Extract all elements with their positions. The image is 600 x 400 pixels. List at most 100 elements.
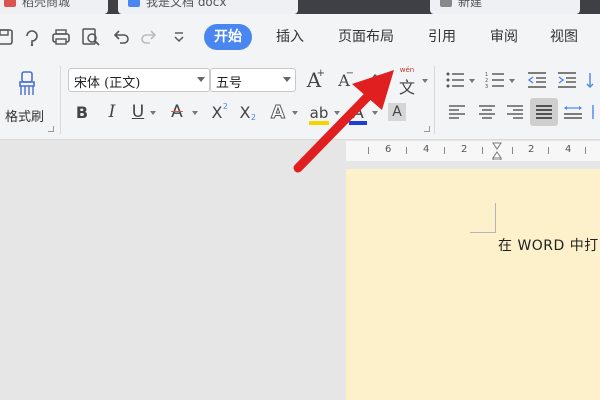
font-size-combo[interactable]: 五号 <box>210 68 296 92</box>
numbered-list-button[interactable]: 123 <box>484 68 506 92</box>
character-shading-icon: A <box>388 103 406 121</box>
format-painter-button[interactable] <box>8 68 48 100</box>
phonetic-top-text: wén <box>399 66 415 74</box>
sort-button[interactable] <box>586 68 600 92</box>
text-effect-button[interactable]: A <box>266 100 290 124</box>
decrease-indent-icon <box>527 72 546 88</box>
justify-icon <box>536 105 552 119</box>
bold-icon: B <box>75 102 89 122</box>
chevron-down-icon[interactable] <box>509 79 515 83</box>
new-doc-icon <box>440 0 452 7</box>
horizontal-ruler[interactable]: 6 4 2 2 4 <box>0 141 600 161</box>
ruler-tick <box>548 147 549 154</box>
phonetic-guide-button[interactable]: wén 文 <box>394 66 420 97</box>
more-dropdown-icon[interactable] <box>168 26 190 48</box>
font-color-button[interactable]: A <box>346 100 370 126</box>
chevron-down-icon[interactable] <box>192 111 198 115</box>
font-color-icon: A <box>352 103 364 123</box>
distributed-icon <box>564 106 582 119</box>
ruler-label: 2 <box>461 144 468 155</box>
print-icon[interactable] <box>50 26 72 48</box>
clear-format-button[interactable] <box>362 67 386 93</box>
ruler-tick <box>585 147 586 154</box>
format-painter-label: 格式刷 <box>5 110 45 125</box>
bullet-list-icon <box>446 72 464 88</box>
bullet-list-button[interactable] <box>444 68 466 92</box>
document-page[interactable]: 在 WORD 中打 <box>346 169 600 400</box>
chevron-down-icon <box>283 77 291 82</box>
document-icon <box>128 0 140 7</box>
tab-references[interactable]: 引用 <box>418 24 466 50</box>
increase-indent-button[interactable] <box>556 68 578 92</box>
home-ribbon: 格式刷 宋体 (正文) 五号 A + A − wén 文 B I U A X 2 <box>0 60 600 140</box>
italic-icon: I <box>108 102 116 122</box>
chevron-down-icon[interactable] <box>469 79 475 83</box>
redo-icon[interactable] <box>138 26 160 48</box>
italic-button[interactable]: I <box>102 100 122 124</box>
tab-shop[interactable]: 稻壳商城 <box>0 0 108 14</box>
line-spacing-button[interactable] <box>590 100 600 124</box>
superscript-button[interactable]: X 2 <box>206 100 228 124</box>
justify-button[interactable] <box>530 98 558 126</box>
ruler-tick <box>444 147 445 154</box>
subscript-button[interactable]: X 2 <box>234 100 256 124</box>
font-name-combo[interactable]: 宋体 (正文) <box>68 68 210 92</box>
save-icon[interactable] <box>0 26 16 48</box>
align-center-icon <box>479 105 495 119</box>
tab-new[interactable]: 新建 <box>430 0 580 14</box>
chevron-down-icon[interactable] <box>334 111 340 115</box>
ruler-label: 4 <box>565 144 572 155</box>
superscript-mark: 2 <box>222 102 228 111</box>
shop-icon <box>4 0 16 7</box>
font-name-value: 宋体 (正文) <box>74 76 141 91</box>
undo-icon[interactable] <box>110 26 132 48</box>
align-left-button[interactable] <box>446 100 468 124</box>
page-corner-mark <box>470 203 496 233</box>
indent-marker[interactable] <box>492 142 502 161</box>
grow-font-button[interactable]: A + <box>302 67 326 93</box>
subscript-icon: X <box>239 102 251 122</box>
print-preview-icon[interactable] <box>80 26 102 48</box>
tab-view[interactable]: 视图 <box>540 24 588 50</box>
chevron-down-icon[interactable] <box>422 79 428 83</box>
bold-button[interactable]: B <box>72 100 92 124</box>
font-dialog-launcher[interactable] <box>424 126 430 132</box>
tab-document[interactable]: 我是文档 docx <box>118 0 298 14</box>
tab-page-layout[interactable]: 页面布局 <box>328 24 404 50</box>
tab-label: 稻壳商城 <box>22 0 71 9</box>
chevron-down-icon[interactable] <box>150 111 156 115</box>
shrink-font-button[interactable]: A − <box>332 67 356 93</box>
eraser-icon <box>366 74 382 87</box>
highlight-button[interactable]: ab <box>306 100 332 126</box>
undo-history-icon[interactable] <box>22 26 44 48</box>
align-center-button[interactable] <box>476 100 498 124</box>
group-separator <box>60 66 61 134</box>
highlight-icon: ab <box>309 104 329 122</box>
underline-button[interactable]: U <box>128 100 148 124</box>
svg-text:3: 3 <box>485 84 488 89</box>
document-canvas: 在 WORD 中打 <box>0 161 600 400</box>
distributed-button[interactable] <box>562 100 584 124</box>
font-size-value: 五号 <box>216 76 243 91</box>
minus-icon: − <box>345 68 354 79</box>
document-tab-strip: 稻壳商城 我是文档 docx 新建 <box>0 0 600 14</box>
tab-review[interactable]: 审阅 <box>480 24 528 50</box>
tab-home[interactable]: 开始 <box>204 24 252 50</box>
highlight-color-bar <box>309 121 329 125</box>
plus-icon: + <box>316 68 325 79</box>
chevron-down-icon[interactable] <box>372 111 378 115</box>
ruler-tick <box>406 147 407 154</box>
document-text[interactable]: 在 WORD 中打 <box>498 235 599 255</box>
increase-indent-icon <box>558 72 576 88</box>
tab-insert[interactable]: 插入 <box>266 24 314 50</box>
ruler-tick <box>512 147 513 154</box>
numbered-list-icon: 123 <box>485 72 504 89</box>
group-separator <box>434 66 435 134</box>
decrease-indent-button[interactable] <box>526 68 548 92</box>
strikethrough-button[interactable]: A <box>166 100 188 124</box>
line-spacing-icon <box>592 105 594 119</box>
clipboard-dialog-launcher[interactable] <box>48 126 54 132</box>
align-right-button[interactable] <box>504 100 526 124</box>
chevron-down-icon[interactable] <box>292 111 298 115</box>
character-shading-button[interactable]: A <box>386 100 408 124</box>
